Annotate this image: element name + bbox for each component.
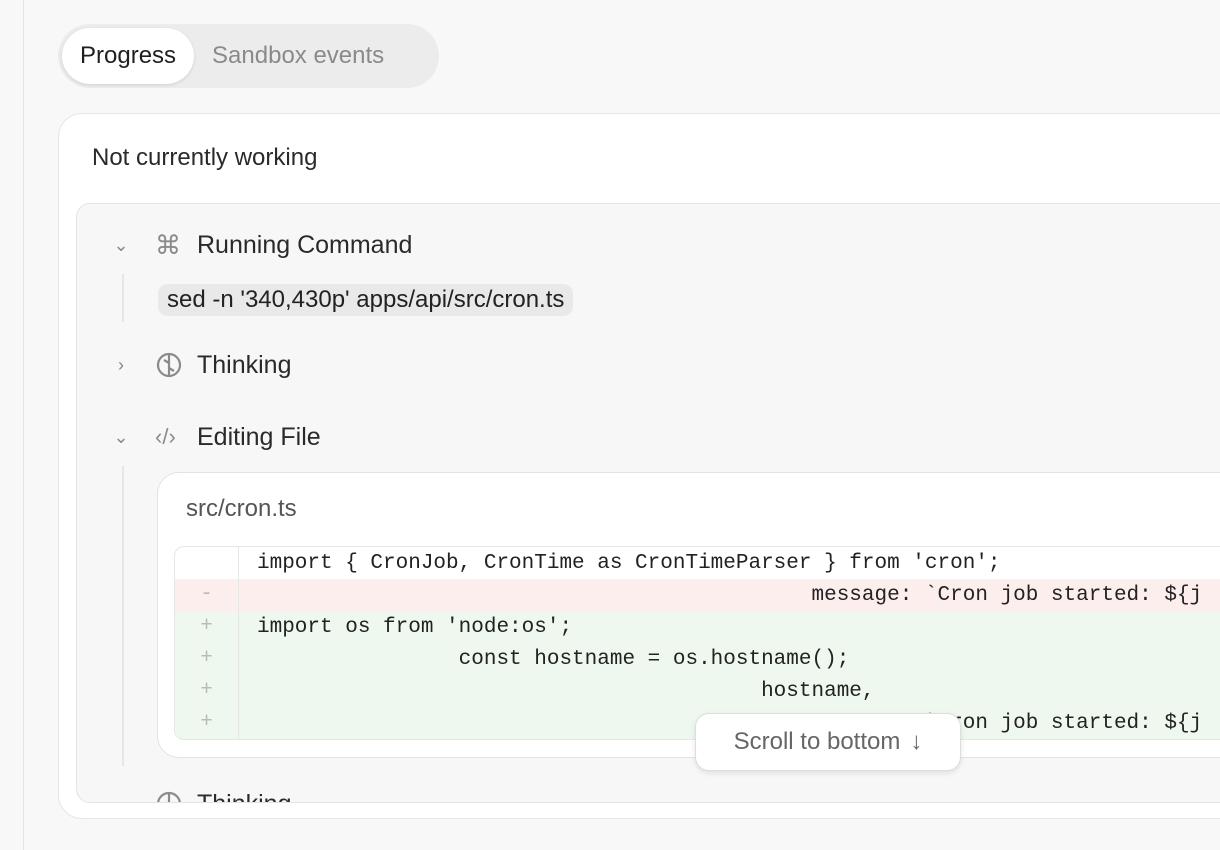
step-rail	[122, 274, 124, 322]
step-title: Editing File	[197, 422, 321, 451]
code-icon: ‹/›	[155, 424, 176, 449]
file-name: src/cron.ts	[186, 495, 297, 522]
steps-panel[interactable]: ⌄ ⌘ Running Command sed -n '340,430p' ap…	[76, 203, 1220, 803]
step-rail	[122, 466, 124, 766]
diff-row-added: + import os from 'node:os';	[175, 611, 1220, 643]
view-tabs: Progress Sandbox events	[58, 24, 439, 88]
diff-marker: -	[175, 579, 239, 611]
diff-line: import os from 'node:os';	[257, 615, 573, 639]
diff-row-context: import { CronJob, CronTime as CronTimePa…	[175, 547, 1220, 579]
diff-row-added: + hostname,	[175, 675, 1220, 707]
chevron-down-icon[interactable]: ⌄	[111, 235, 131, 256]
sidebar-divider	[23, 0, 24, 850]
step-editing-file[interactable]: ⌄ ‹/› Editing File	[77, 417, 321, 457]
diff-marker: +	[175, 707, 239, 739]
step-thinking[interactable]: › Thinking	[77, 345, 292, 385]
tab-progress[interactable]: Progress	[62, 28, 195, 84]
step-title: Thinking	[197, 350, 292, 379]
diff-line: const hostname = os.hostname();	[257, 647, 850, 671]
diff-marker	[175, 547, 239, 579]
brain-icon	[155, 790, 185, 802]
diff-marker: +	[175, 611, 239, 643]
chevron-down-icon[interactable]: ⌄	[111, 427, 131, 448]
diff-row-deleted: - message: `Cron job started: ${j	[175, 579, 1220, 611]
command-icon: ⌘	[155, 229, 181, 260]
step-thinking-2[interactable]: Thinking	[77, 784, 292, 803]
brain-icon	[155, 351, 185, 379]
diff-line: message: `Cron job started: ${j	[257, 583, 1203, 607]
file-diff-card: src/cron.ts import { CronJob, CronTime a…	[157, 472, 1220, 758]
arrow-down-icon: ↓	[910, 728, 923, 755]
diff-line: import { CronJob, CronTime as CronTimePa…	[257, 551, 1001, 575]
step-title: Thinking	[197, 790, 292, 803]
diff-marker: +	[175, 675, 239, 707]
step-title: Running Command	[197, 230, 413, 259]
command-text: sed -n '340,430p' apps/api/src/cron.ts	[158, 284, 574, 316]
status-text: Not currently working	[92, 144, 318, 171]
scroll-to-bottom-button[interactable]: Scroll to bottom ↓	[695, 713, 961, 771]
tab-sandbox-events[interactable]: Sandbox events	[194, 28, 402, 84]
diff-marker: +	[175, 643, 239, 675]
scroll-button-label: Scroll to bottom	[733, 728, 901, 755]
diff-view[interactable]: import { CronJob, CronTime as CronTimePa…	[174, 546, 1220, 740]
step-running-command[interactable]: ⌄ ⌘ Running Command	[77, 225, 412, 265]
diff-line: hostname,	[257, 679, 875, 703]
progress-card: Not currently working ⌄ ⌘ Running Comman…	[58, 113, 1220, 819]
chevron-right-icon[interactable]: ›	[111, 355, 131, 376]
diff-row-added: + const hostname = os.hostname();	[175, 643, 1220, 675]
